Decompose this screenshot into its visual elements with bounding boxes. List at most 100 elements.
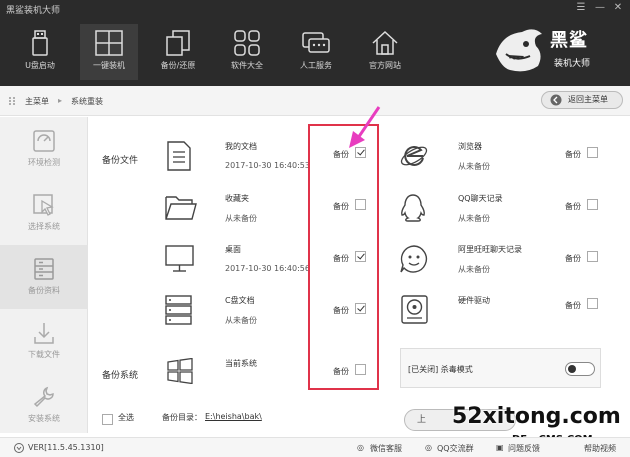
- pointer-arrow-icon: [349, 106, 381, 148]
- sidebar-item-label: 选择系统: [28, 222, 60, 231]
- backup-dir-label: 备份目录：: [162, 413, 202, 422]
- sidebar-item-install[interactable]: 安装系统: [0, 373, 88, 437]
- home-icon: [372, 30, 398, 55]
- windows-icon: [95, 30, 123, 56]
- item-status: 2017-10-30 16:40:53: [225, 161, 310, 170]
- cursor-select-icon: [33, 194, 54, 216]
- usb-drive-icon: [32, 30, 48, 56]
- checkbox-hardware-drivers[interactable]: [587, 298, 598, 309]
- sidebar-item-environment[interactable]: 环境检测: [0, 117, 88, 181]
- back-button-label: 返回主菜单: [568, 95, 608, 104]
- feedback-link[interactable]: 问题反馈: [508, 443, 540, 454]
- folder-icon: [165, 196, 197, 220]
- chevron-down-icon: [14, 443, 24, 453]
- back-arrow-icon: [550, 94, 562, 106]
- breadcrumb-separator-icon: ▸: [58, 96, 63, 105]
- close-button[interactable]: ✕: [612, 2, 624, 13]
- item-status: 从未备份: [225, 316, 257, 325]
- windows-logo-icon: [167, 358, 193, 384]
- checkbox-aliwangwang[interactable]: [587, 251, 598, 262]
- ie-browser-icon: [400, 145, 428, 166]
- nav-usb-boot[interactable]: U盘启动: [11, 24, 69, 80]
- breadcrumb-root[interactable]: 主菜单: [25, 96, 49, 107]
- item-name: 当前系统: [225, 359, 257, 368]
- top-bar: 黑鲨装机大师 ☰ — ✕ U盘启动 一键装机 备份/还原 软件大全 人工服务 官…: [0, 0, 630, 86]
- feedback-icon: ▣: [496, 443, 504, 452]
- nav-software[interactable]: 软件大全: [218, 24, 276, 80]
- wechat-service-icon: ◎: [357, 443, 364, 452]
- backup-dir-path-link[interactable]: E:\heisha\bak\: [205, 412, 262, 421]
- checkbox-qq-chat[interactable]: [587, 199, 598, 210]
- sidebar-item-label: 安装系统: [28, 414, 60, 423]
- qq-group-icon: ◎: [425, 443, 432, 452]
- item-name: C盘文档: [225, 296, 255, 305]
- nav-label: 备份/还原: [160, 61, 196, 70]
- sidebar-item-download[interactable]: 下载文件: [0, 309, 88, 373]
- item-status: 从未备份: [225, 214, 257, 223]
- document-icon: [167, 141, 191, 171]
- previous-step-label: 上: [417, 415, 427, 425]
- sidebar-item-label: 下载文件: [28, 350, 60, 359]
- qq-penguin-icon: [401, 194, 425, 222]
- nav-one-click-install[interactable]: 一键装机: [80, 24, 138, 80]
- hardware-driver-icon: [401, 295, 428, 324]
- backup-data-icon: [34, 258, 54, 280]
- section-backup-system: 备份系统: [102, 371, 139, 381]
- antivirus-mode-toggle[interactable]: [565, 362, 595, 376]
- qq-group-link[interactable]: QQ交流群: [437, 443, 474, 454]
- item-name: 我的文档: [225, 142, 257, 151]
- nav-official-site[interactable]: 官方网站: [356, 24, 414, 80]
- minimize-button[interactable]: —: [594, 2, 606, 13]
- chat-icon: [302, 32, 330, 53]
- item-name: 硬件驱动: [458, 296, 490, 305]
- nav-label: 人工服务: [300, 61, 332, 70]
- item-name: QQ聊天记录: [458, 194, 503, 203]
- sidebar-item-select-system[interactable]: 选择系统: [0, 181, 88, 245]
- nav-label: U盘启动: [25, 61, 55, 70]
- brand-logo: 黑鲨 装机大师: [492, 22, 612, 78]
- backup-label: 备份: [565, 301, 581, 310]
- monitor-icon: [165, 245, 194, 272]
- app-title: 黑鲨装机大师: [6, 6, 61, 16]
- item-name: 桌面: [225, 245, 241, 254]
- item-status: 2017-10-30 16:40:56: [225, 264, 310, 273]
- brand-name: 黑鲨: [550, 30, 588, 51]
- sidebar: 环境检测 选择系统 备份资料 下载文件 安装系统: [0, 117, 88, 433]
- apps-grid-icon: [234, 30, 260, 56]
- item-name: 阿里旺旺聊天记录: [458, 245, 522, 254]
- wechat-service-link[interactable]: 微信客服: [370, 443, 402, 454]
- server-icon: [165, 295, 192, 325]
- highlight-box: [308, 124, 379, 390]
- back-to-menu-button[interactable]: 返回主菜单: [541, 91, 623, 109]
- item-status: 从未备份: [458, 214, 490, 223]
- menu-button[interactable]: ☰: [575, 2, 587, 13]
- download-icon: [34, 323, 54, 344]
- antivirus-mode-label: [已关闭] 杀毒模式: [408, 365, 473, 374]
- item-status: 从未备份: [458, 265, 490, 274]
- shark-logo-icon: [496, 29, 542, 72]
- select-all-checkbox[interactable]: [102, 414, 113, 425]
- breadcrumb-current: 系统重装: [71, 97, 103, 106]
- select-all-label: 全选: [118, 413, 134, 422]
- environment-check-icon: [33, 130, 55, 152]
- section-backup-files: 备份文件: [102, 156, 139, 166]
- sidebar-item-backup-data[interactable]: 备份资料: [0, 245, 88, 309]
- nav-label: 一键装机: [93, 61, 125, 70]
- backup-label: 备份: [565, 254, 581, 263]
- sidebar-item-label: 备份资料: [28, 286, 60, 295]
- backup-label: 备份: [565, 202, 581, 211]
- backup-label: 备份: [565, 150, 581, 159]
- item-name: 收藏夹: [225, 194, 249, 203]
- nav-backup-restore[interactable]: 备份/还原: [149, 24, 207, 80]
- watermark-text: 52xitong.com: [452, 404, 621, 429]
- item-name: 浏览器: [458, 142, 482, 151]
- breadcrumb: 主菜单 ▸ 系统重装 返回主菜单: [0, 86, 630, 116]
- nav-manual-service[interactable]: 人工服务: [287, 24, 345, 80]
- checkbox-browser[interactable]: [587, 147, 598, 158]
- backup-restore-icon: [166, 30, 190, 56]
- version-text: VER[11.5.45.1310]: [28, 443, 104, 452]
- help-video-link[interactable]: 帮助视频: [584, 443, 616, 454]
- brand-subtitle: 装机大师: [554, 59, 591, 69]
- antivirus-mode-panel: [已关闭] 杀毒模式: [400, 348, 601, 388]
- sidebar-item-label: 环境检测: [28, 158, 60, 167]
